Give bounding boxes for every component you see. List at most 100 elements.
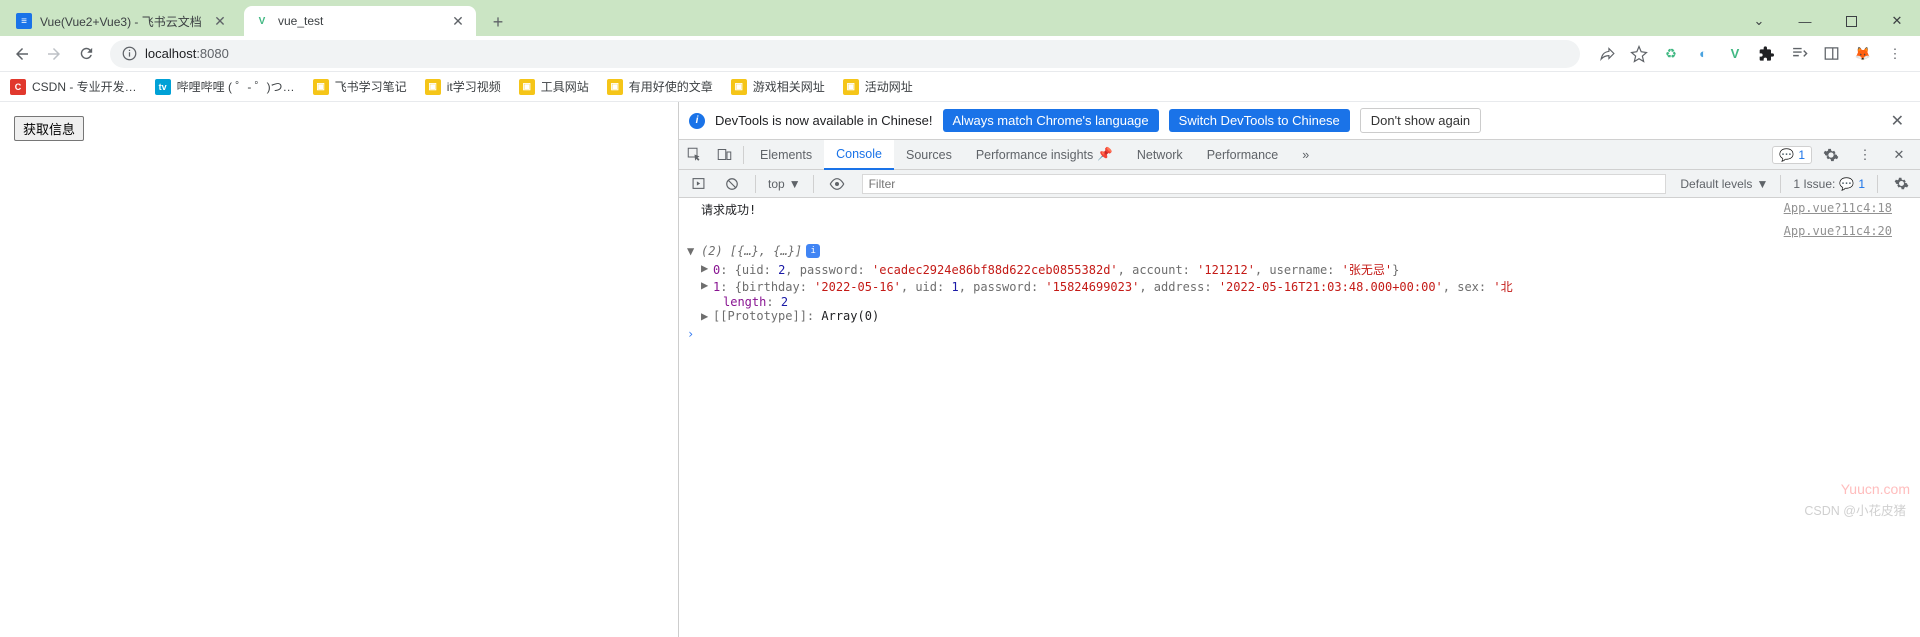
folder-icon: ▣: [313, 79, 329, 95]
bookmark-csdn[interactable]: CCSDN - 专业开发…: [10, 78, 137, 95]
expand-toggle-icon[interactable]: ▼: [687, 244, 694, 258]
expand-toggle-icon[interactable]: ▶: [701, 261, 708, 275]
tab-elements[interactable]: Elements: [748, 140, 824, 170]
console-filter-input[interactable]: [862, 174, 1667, 194]
info-badge-icon[interactable]: i: [806, 244, 820, 258]
folder-icon: ▣: [425, 79, 441, 95]
side-panel-icon[interactable]: [1822, 45, 1840, 63]
browser-tab-strip: ≡ Vue(Vue2+Vue3) - 飞书云文档 ✕ V vue_test ✕ …: [0, 0, 1920, 36]
bookmark-label: 飞书学习笔记: [335, 78, 407, 95]
folder-icon: ▣: [607, 79, 623, 95]
bookmark-bilibili[interactable]: tv 哔哩哔哩 ( ゜- ゜)つ…: [155, 78, 295, 95]
address-bar: localhost:8080 ♻ ◐ V 🦊 ⋮: [0, 36, 1920, 72]
globe-ext-icon[interactable]: ◐: [1694, 45, 1712, 63]
banner-text: DevTools is now available in Chinese!: [715, 113, 933, 128]
tab-performance-insights[interactable]: Performance insights📌: [964, 140, 1125, 170]
reload-button[interactable]: [72, 40, 100, 68]
console-array-item[interactable]: ▶ 0: {uid: 2, password: 'ecadec2924e86bf…: [679, 261, 1920, 278]
pin-icon: 📌: [1097, 147, 1113, 162]
prop-value: 2: [781, 295, 788, 309]
console-array-item[interactable]: ▶ 1: {birthday: '2022-05-16', uid: 1, pa…: [679, 278, 1920, 295]
bookmark-label: 哔哩哔哩 ( ゜- ゜)つ…: [177, 78, 295, 95]
always-match-language-button[interactable]: Always match Chrome's language: [943, 109, 1159, 132]
info-icon: i: [689, 113, 705, 129]
reading-list-icon[interactable]: [1790, 45, 1808, 63]
expand-toggle-icon[interactable]: ▶: [701, 278, 708, 292]
messages-badge[interactable]: 💬1: [1772, 146, 1812, 164]
tab-performance[interactable]: Performance: [1195, 140, 1291, 170]
live-expression-icon[interactable]: [822, 169, 852, 199]
prop-key: length: [723, 295, 766, 309]
bookmark-label: it学习视频: [447, 78, 501, 95]
separator: [813, 175, 814, 193]
tab-title: vue_test: [278, 14, 442, 28]
back-button[interactable]: [8, 40, 36, 68]
minimize-button[interactable]: —: [1782, 6, 1828, 36]
chrome-menu-icon[interactable]: ⋮: [1886, 45, 1904, 63]
console-prototype[interactable]: ▶ [[Prototype]]: Array(0): [679, 309, 1920, 323]
profile-ext-icon[interactable]: 🦊: [1854, 45, 1872, 63]
console-sidebar-toggle-icon[interactable]: [683, 169, 713, 199]
expand-toggle-icon[interactable]: ▶: [701, 309, 708, 323]
close-tab-icon[interactable]: ✕: [450, 13, 466, 29]
omnibox[interactable]: localhost:8080: [110, 40, 1580, 68]
bookmark-folder[interactable]: ▣工具网站: [519, 78, 589, 95]
close-window-button[interactable]: ✕: [1874, 6, 1920, 36]
extensions-icon[interactable]: [1758, 45, 1776, 63]
close-devtools-icon[interactable]: ✕: [1884, 140, 1914, 170]
console-object-line[interactable]: ▼ (2) [{…}, {…}] i: [679, 241, 1920, 261]
bookmark-folder[interactable]: ▣ 有用好使的文章: [607, 78, 713, 95]
log-source-link[interactable]: App.vue?11c4:18: [1784, 201, 1898, 218]
watermark-site: Yuucn.com: [1841, 481, 1910, 497]
chevron-down-icon[interactable]: ⌄: [1736, 13, 1782, 29]
bookmark-label: 工具网站: [541, 78, 589, 95]
kebab-menu-icon[interactable]: ⋮: [1850, 140, 1880, 170]
folder-icon: ▣: [843, 79, 859, 95]
fetch-info-button[interactable]: 获取信息: [14, 116, 84, 141]
vue-favicon: V: [254, 13, 270, 29]
issues-indicator[interactable]: 1 Issue: 💬 1: [1789, 177, 1869, 191]
bilibili-icon: tv: [155, 79, 171, 95]
context-selector[interactable]: top ▼: [764, 177, 805, 191]
tab-console[interactable]: Console: [824, 140, 894, 170]
site-info-icon[interactable]: [122, 46, 137, 61]
recycle-ext-icon[interactable]: ♻: [1662, 45, 1680, 63]
bookmark-label: 游戏相关网址: [753, 78, 825, 95]
separator: [755, 175, 756, 193]
log-source-link[interactable]: App.vue?11c4:20: [1784, 224, 1898, 238]
console-log-line: 请求成功! App.vue?11c4:18: [679, 198, 1920, 221]
more-tabs-icon[interactable]: »: [1290, 140, 1321, 170]
bookmark-folder[interactable]: ▣ 飞书学习笔记: [313, 78, 407, 95]
badge-count: 1: [1798, 148, 1805, 162]
close-banner-icon[interactable]: ✕: [1885, 111, 1910, 131]
bookmark-label: 有用好使的文章: [629, 78, 713, 95]
new-tab-button[interactable]: +: [484, 8, 512, 36]
bookmark-folder[interactable]: ▣游戏相关网址: [731, 78, 825, 95]
console-prompt[interactable]: ›: [679, 323, 1920, 345]
settings-gear-icon[interactable]: [1816, 140, 1846, 170]
switch-to-chinese-button[interactable]: Switch DevTools to Chinese: [1169, 109, 1350, 132]
browser-tab-active[interactable]: V vue_test ✕: [244, 6, 476, 36]
prop-key: password: [973, 280, 1031, 294]
device-toolbar-icon[interactable]: [709, 140, 739, 170]
bookmark-folder[interactable]: ▣ it学习视频: [425, 78, 501, 95]
context-label: top: [768, 177, 785, 191]
clear-console-icon[interactable]: [717, 169, 747, 199]
tab-sources[interactable]: Sources: [894, 140, 964, 170]
close-tab-icon[interactable]: ✕: [212, 13, 228, 29]
dont-show-again-button[interactable]: Don't show again: [1360, 108, 1481, 133]
prop-value: '2022-05-16': [814, 280, 901, 294]
vue-devtools-icon[interactable]: V: [1726, 45, 1744, 63]
browser-tab-inactive[interactable]: ≡ Vue(Vue2+Vue3) - 飞书云文档 ✕: [6, 6, 238, 36]
inspect-element-icon[interactable]: [679, 140, 709, 170]
maximize-button[interactable]: [1828, 6, 1874, 36]
bookmark-label: 活动网址: [865, 78, 913, 95]
console-settings-gear-icon[interactable]: [1886, 169, 1916, 199]
console-array-length: length: 2: [679, 295, 1920, 309]
forward-button[interactable]: [40, 40, 68, 68]
share-icon[interactable]: [1598, 45, 1616, 63]
bookmark-folder[interactable]: ▣ 活动网址: [843, 78, 913, 95]
bookmark-star-icon[interactable]: [1630, 45, 1648, 63]
tab-network[interactable]: Network: [1125, 140, 1195, 170]
log-levels-selector[interactable]: Default levels ▼: [1676, 177, 1772, 191]
